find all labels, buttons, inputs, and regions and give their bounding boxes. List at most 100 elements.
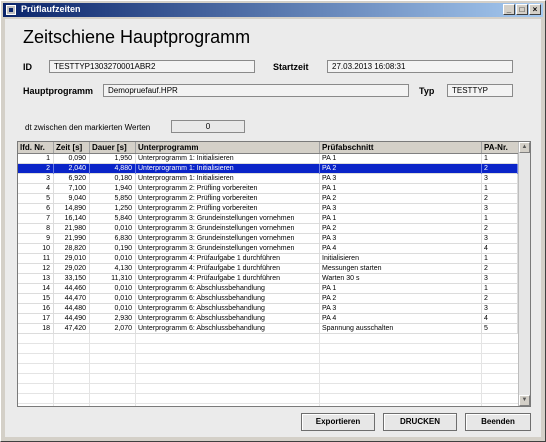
table-row[interactable]: 9 21,990 6,830 Unterprogramm 3: Grundeinste…	[18, 234, 518, 244]
empty-row-gridline	[18, 403, 518, 404]
table-row[interactable]: 17 44,490 2,930 Unterprogramm 6: Abschlussb…	[18, 314, 518, 324]
table-row[interactable]: 10 28,820 0,190 Unterprogramm 3: Grundeinst…	[18, 244, 518, 254]
table-row[interactable]: 16 44,480 0,010 Unterprogramm 6: Abschlussb…	[18, 304, 518, 314]
table-row[interactable]: 2 2,040 4,880 Unterprogramm 1: Initialisier…	[18, 164, 518, 174]
cell-pa-nr: 3	[482, 274, 518, 284]
table-row[interactable]: 3 6,920 0,180 Unterprogramm 1: Initialisier…	[18, 174, 518, 184]
cell-dauer: 0,190	[90, 244, 136, 254]
table-row[interactable]: 15 44,470 0,010 Unterprogramm 6: Abschlussb…	[18, 294, 518, 304]
column-header-zeit[interactable]: Zeit [s]	[54, 142, 90, 153]
cell-dauer: 0,010	[90, 224, 136, 234]
table-row[interactable]: 12 29,020 4,130 Unterprogramm 4: Prüfaufgab…	[18, 264, 518, 274]
cell-pruefabschnitt: Spannung ausschalten	[320, 324, 482, 334]
cell-pa-nr: 2	[482, 264, 518, 274]
dt-label: dt zwischen den markierten Werten	[25, 123, 151, 132]
export-button[interactable]: Exportieren	[301, 413, 375, 431]
cell-dauer: 2,930	[90, 314, 136, 324]
maximize-button[interactable]: □	[516, 4, 528, 15]
empty-row-gridline	[18, 373, 518, 374]
scroll-up-arrow-icon[interactable]: ▲	[519, 142, 530, 153]
cell-zeit: 47,420	[54, 324, 90, 334]
cell-lfd-nr: 3	[18, 174, 54, 184]
cell-pa-nr: 1	[482, 254, 518, 264]
cell-pruefabschnitt: PA 2	[320, 194, 482, 204]
table-row[interactable]: 1 0,090 1,950 Unterprogramm 1: Initialisier…	[18, 154, 518, 164]
cell-pruefabschnitt: PA 1	[320, 284, 482, 294]
table-row[interactable]: 6 14,890 1,250 Unterprogramm 2: Prüfling vo…	[18, 204, 518, 214]
column-gridline	[319, 334, 320, 406]
cell-pruefabschnitt: PA 1	[320, 154, 482, 164]
cell-dauer: 5,850	[90, 194, 136, 204]
column-header-pruefabschnitt[interactable]: Prüfabschnitt	[320, 142, 482, 153]
cell-lfd-nr: 18	[18, 324, 54, 334]
column-header-lfd-nr[interactable]: lfd. Nr.	[18, 142, 54, 153]
cell-unterprogramm: Unterprogramm 3: Grundeinstellungen vorn…	[136, 214, 320, 224]
cell-unterprogramm: Unterprogramm 6: Abschlussbehandlung	[136, 304, 320, 314]
table-row[interactable]: 4 7,100 1,940 Unterprogramm 2: Prüfling vor…	[18, 184, 518, 194]
table-row[interactable]: 11 29,010 0,010 Unterprogramm 4: Prüfaufgab…	[18, 254, 518, 264]
startzeit-field[interactable]: 27.03.2013 16:08:31	[327, 60, 513, 73]
column-header-unterprogramm[interactable]: Unterprogramm	[136, 142, 320, 153]
empty-row-gridline	[18, 353, 518, 354]
table-row[interactable]: 8 21,980 0,010 Unterprogramm 3: Grundeinste…	[18, 224, 518, 234]
cell-pruefabschnitt: PA 4	[320, 244, 482, 254]
cell-dauer: 2,070	[90, 324, 136, 334]
cell-unterprogramm: Unterprogramm 1: Initialisieren	[136, 174, 320, 184]
cell-zeit: 29,020	[54, 264, 90, 274]
table-row[interactable]: 14 44,460 0,010 Unterprogramm 6: Abschlussb…	[18, 284, 518, 294]
cell-dauer: 0,010	[90, 294, 136, 304]
column-header-dauer[interactable]: Dauer [s]	[90, 142, 136, 153]
main-window: Prüflaufzeiten _ □ × Zeitschiene Hauptpr…	[0, 0, 546, 442]
typ-field[interactable]: TESTTYP	[447, 84, 513, 97]
cell-lfd-nr: 14	[18, 284, 54, 294]
print-button[interactable]: DRUCKEN	[383, 413, 457, 431]
cell-pruefabschnitt: PA 3	[320, 304, 482, 314]
table-row[interactable]: 7 16,140 5,840 Unterprogramm 3: Grundeinste…	[18, 214, 518, 224]
cell-unterprogramm: Unterprogramm 3: Grundeinstellungen vorn…	[136, 234, 320, 244]
table-row[interactable]: 18 47,420 2,070 Unterprogramm 6: Abschlussb…	[18, 324, 518, 334]
column-gridline	[89, 334, 90, 406]
cell-zeit: 0,090	[54, 154, 90, 164]
window-title: Prüflaufzeiten	[21, 4, 81, 14]
cell-pa-nr: 2	[482, 294, 518, 304]
id-field[interactable]: TESTTYP1303270001ABR2	[49, 60, 255, 73]
cell-zeit: 33,150	[54, 274, 90, 284]
exit-button[interactable]: Beenden	[465, 413, 531, 431]
cell-pa-nr: 3	[482, 174, 518, 184]
table-header: lfd. Nr. Zeit [s] Dauer [s] Unterprogram…	[18, 142, 518, 154]
empty-row-gridline	[18, 393, 518, 394]
cell-zeit: 6,920	[54, 174, 90, 184]
cell-zeit: 14,890	[54, 204, 90, 214]
startzeit-label: Startzeit	[273, 62, 309, 72]
title-bar[interactable]: Prüflaufzeiten _ □ ×	[3, 3, 543, 17]
cell-dauer: 0,010	[90, 304, 136, 314]
table-row[interactable]: 13 33,150 11,310 Unterprogramm 4: Prüfaufga…	[18, 274, 518, 284]
cell-pruefabschnitt: Messungen starten	[320, 264, 482, 274]
hauptprogramm-label: Hauptprogramm	[23, 86, 94, 96]
timeline-table[interactable]: lfd. Nr. Zeit [s] Dauer [s] Unterprogram…	[17, 141, 531, 407]
scroll-down-arrow-icon[interactable]: ▼	[519, 395, 530, 406]
content-area: Zeitschiene Hauptprogramm ID TESTTYP1303…	[5, 19, 541, 437]
cell-pruefabschnitt: Warten 30 s	[320, 274, 482, 284]
cell-pruefabschnitt: PA 2	[320, 294, 482, 304]
id-label: ID	[23, 62, 32, 72]
cell-dauer: 1,940	[90, 184, 136, 194]
hauptprogramm-field[interactable]: Demopruefauf.HPR	[103, 84, 409, 97]
cell-dauer: 0,010	[90, 254, 136, 264]
cell-pruefabschnitt: Initialisieren	[320, 254, 482, 264]
cell-pa-nr: 4	[482, 314, 518, 324]
minimize-button[interactable]: _	[503, 4, 515, 15]
empty-row-gridline	[18, 343, 518, 344]
cell-dauer: 11,310	[90, 274, 136, 284]
column-header-pa-nr[interactable]: PA-Nr.	[482, 142, 518, 153]
close-button[interactable]: ×	[529, 4, 541, 15]
cell-lfd-nr: 2	[18, 164, 54, 174]
vertical-scrollbar[interactable]: ▲ ▼	[518, 142, 530, 406]
dt-field[interactable]: 0	[171, 120, 245, 133]
cell-lfd-nr: 6	[18, 204, 54, 214]
cell-dauer: 5,840	[90, 214, 136, 224]
cell-unterprogramm: Unterprogramm 1: Initialisieren	[136, 164, 320, 174]
cell-lfd-nr: 7	[18, 214, 54, 224]
cell-lfd-nr: 5	[18, 194, 54, 204]
table-row[interactable]: 5 9,040 5,850 Unterprogramm 2: Prüfling vor…	[18, 194, 518, 204]
